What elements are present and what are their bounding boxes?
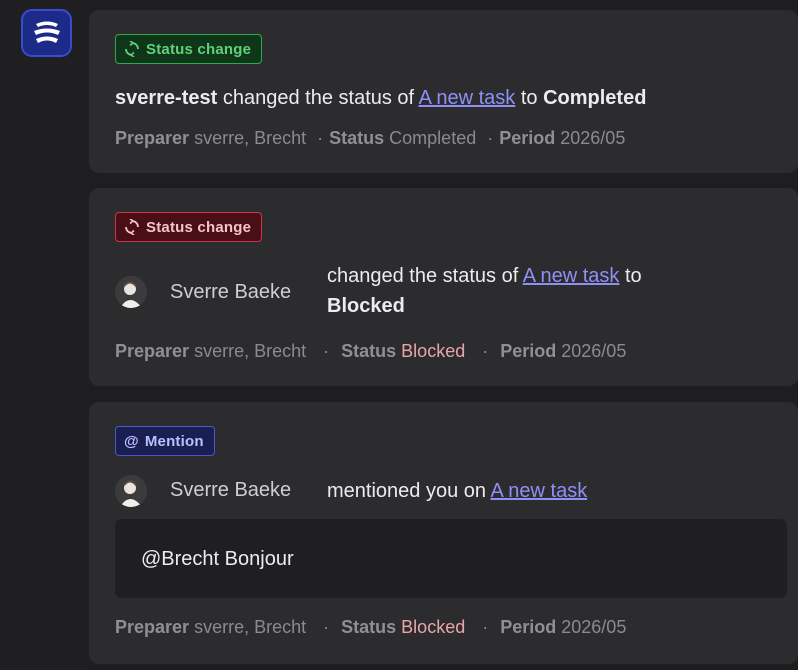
task-link[interactable]: A new task [490, 480, 587, 502]
mention-badge: @ Mention [115, 426, 215, 456]
activity-sentence: mentioned you on A new task [327, 476, 587, 506]
badge-label: Mention [144, 432, 204, 450]
refresh-icon [125, 219, 139, 235]
sidebar [0, 0, 89, 670]
preparer-value: sverre, Brecht [194, 617, 307, 637]
user-name[interactable]: Sverre Baeke [170, 281, 291, 304]
status-value: Completed [389, 128, 477, 148]
period-value: 2026/05 [560, 128, 626, 148]
activity-meta: Preparer sverre, Brecht · Status Complete… [115, 128, 625, 149]
activity-feed: Status change sverre-test changed the st… [89, 0, 798, 670]
preparer-label: Preparer [115, 617, 190, 637]
task-link[interactable]: A new task [523, 265, 620, 287]
activity-card-mention[interactable]: @ Mention Sverre Baeke mentioned you on … [89, 402, 798, 664]
activity-sentence: sverre-test changed the status of A new … [115, 87, 646, 110]
meta-separator: · [323, 617, 330, 637]
stacked-layers-logo-icon [33, 21, 60, 43]
at-sign-icon: @ [124, 432, 139, 450]
status-value: Blocked [401, 617, 466, 637]
avatar[interactable] [115, 475, 147, 507]
task-link[interactable]: A new task [419, 87, 516, 109]
actor-name: sverre-test [115, 87, 218, 109]
status-label: Status [341, 617, 397, 637]
preparer-label: Preparer [115, 341, 190, 361]
new-status: Completed [543, 87, 647, 109]
period-label: Period [500, 617, 557, 637]
period-label: Period [500, 341, 557, 361]
app-root: Status change sverre-test changed the st… [0, 0, 798, 670]
meta-separator: · [323, 341, 330, 361]
app-logo[interactable] [21, 9, 72, 57]
status-label: Status [329, 128, 385, 148]
activity-card-status-blocked[interactable]: Status change Sverre Baeke changed the s… [89, 188, 798, 386]
to-text: to [520, 87, 538, 109]
meta-separator: · [317, 128, 324, 148]
preparer-value: sverre, Brecht [194, 128, 307, 148]
period-label: Period [499, 128, 556, 148]
quote-text: @Brecht Bonjour [141, 548, 294, 570]
activity-card-status-completed[interactable]: Status change sverre-test changed the st… [89, 10, 798, 173]
activity-sentence: changed the status of A new task to Bloc… [327, 261, 747, 321]
verb-text: changed the status of [222, 87, 415, 109]
status-label: Status [341, 341, 397, 361]
meta-separator: · [482, 341, 489, 361]
mention-quote: @Brecht Bonjour [115, 519, 787, 598]
preparer-value: sverre, Brecht [194, 341, 307, 361]
preparer-label: Preparer [115, 128, 190, 148]
verb-text: changed the status of [327, 265, 519, 287]
meta-separator: · [482, 617, 489, 637]
status-change-badge: Status change [115, 34, 263, 64]
period-value: 2026/05 [561, 617, 627, 637]
status-change-badge: Status change [115, 212, 263, 242]
badge-label: Status change [146, 218, 252, 236]
refresh-icon [125, 41, 139, 57]
badge-label: Status change [146, 40, 252, 58]
user-name[interactable]: Sverre Baeke [170, 479, 291, 502]
status-value: Blocked [401, 341, 466, 361]
meta-separator: · [487, 128, 494, 148]
activity-meta: Preparer sverre, Brecht · Status Blocked … [115, 617, 626, 638]
verb-text: mentioned you on [327, 480, 487, 502]
user-avatar-icon [115, 475, 147, 507]
period-value: 2026/05 [561, 341, 627, 361]
activity-meta: Preparer sverre, Brecht · Status Blocked … [115, 341, 626, 362]
to-text: to [624, 265, 642, 287]
new-status: Blocked [327, 295, 405, 317]
user-avatar-icon [115, 276, 147, 308]
avatar[interactable] [115, 276, 147, 308]
